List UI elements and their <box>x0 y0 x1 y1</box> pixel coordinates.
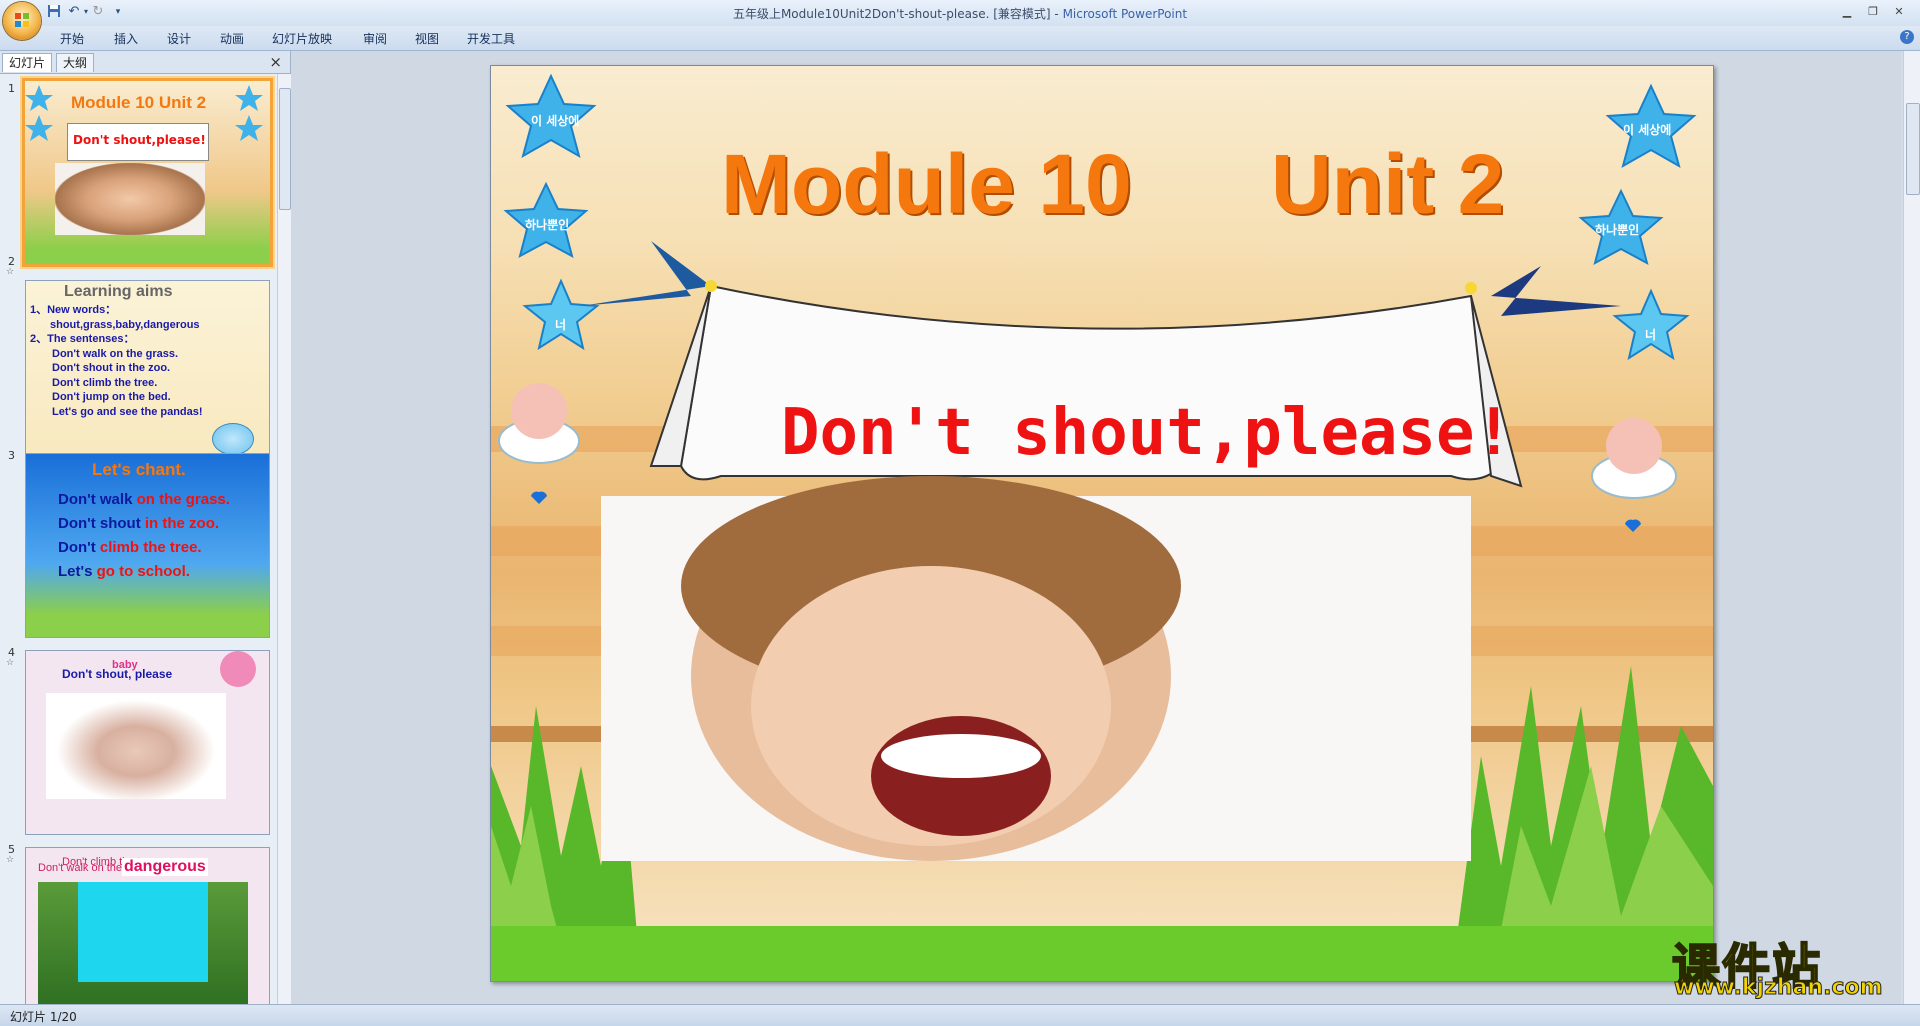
close-icon[interactable]: × <box>269 53 282 71</box>
star-text: 하나뿐인 <box>1595 223 1640 237</box>
slide-thumb-1[interactable]: Module 10 Unit 2 Don't shout,please! <box>22 78 273 267</box>
star-text: 하나뿐인 <box>525 218 570 232</box>
pane-tabs: 幻灯片 大纲 × <box>0 51 290 74</box>
star-text: 이 세상에 <box>531 114 580 128</box>
scrollbar-thumb[interactable] <box>1906 103 1920 195</box>
slides-pane: 幻灯片 大纲 × 1 Module 10 Unit 2 Don't shout,… <box>0 51 291 1004</box>
minimize-button[interactable]: ▁ <box>1836 3 1858 21</box>
tab-slideshow[interactable]: 幻灯片放映 <box>272 30 332 47</box>
watermark-url: www.kjzhan.com <box>1674 975 1884 1001</box>
tab-outline[interactable]: 大纲 <box>56 53 95 72</box>
tab-design[interactable]: 设计 <box>167 30 191 47</box>
star-text: 이 세상에 <box>1623 123 1672 137</box>
thumb-decor <box>25 85 263 141</box>
thumb-heading: Let's chant. <box>92 460 186 479</box>
slide-thumb-2[interactable]: Learning aims 1、New words： shout,grass,b… <box>25 280 270 465</box>
slide-thumb-3[interactable]: Let's chant. Don't walk on the grass. Do… <box>25 453 270 638</box>
slide-number: 1 <box>8 82 15 95</box>
scrollbar-thumb[interactable] <box>279 88 291 210</box>
window-title: 五年级上Module10Unit2Don't-shout-please. [兼容… <box>732 7 1188 21</box>
animation-star-icon: ☆ <box>6 855 15 865</box>
thumb-overlay: Don't walk on the <box>38 862 123 874</box>
help-icon[interactable]: ? <box>1900 30 1914 44</box>
tab-review[interactable]: 审阅 <box>363 30 387 47</box>
thumb-heading: Learning aims <box>64 283 173 300</box>
thumb-overlay: baby <box>112 659 138 671</box>
tab-insert[interactable]: 插入 <box>114 30 138 47</box>
tab-developer[interactable]: 开发工具 <box>467 30 515 47</box>
office-logo-icon <box>15 13 29 27</box>
slide-canvas[interactable]: Module 10 Unit 2 Don't shout,please! 이 세… <box>490 65 1714 982</box>
banner-text: Don't shout,please! <box>781 396 1514 470</box>
status-bar: 幻灯片 1/20 <box>0 1004 1920 1026</box>
slide-counter: 幻灯片 1/20 <box>10 1010 77 1024</box>
star-text: 너 <box>555 318 567 332</box>
tab-animation[interactable]: 动画 <box>220 30 244 47</box>
thumb-lines: Don't walk on the grass. Don't shout in … <box>58 491 230 580</box>
editor-scrollbar[interactable] <box>1903 51 1920 1004</box>
animation-star-icon: ☆ <box>6 658 15 668</box>
title-bar: ↶ ▾ ↻ ▾ 五年级上Module10Unit2Don't-shout-ple… <box>0 0 1920 27</box>
close-button[interactable]: ✕ <box>1888 3 1910 21</box>
slide-number: 3 <box>8 449 15 462</box>
thumbnails-scrollbar[interactable] <box>277 74 291 1004</box>
slide-title-unit: Unit 2 <box>1271 137 1505 231</box>
animation-star-icon: ☆ <box>6 267 15 277</box>
ribbon-tabs: 开始 插入 设计 动画 幻灯片放映 审阅 视图 开发工具 ? <box>0 26 1920 51</box>
star-text: 너 <box>1645 328 1657 342</box>
thumb-word: dangerous <box>122 858 208 876</box>
tab-view[interactable]: 视图 <box>415 30 439 47</box>
site-watermark: 课件站 www.kjzhan.com <box>1671 927 1902 1007</box>
slide-thumbnails: 1 Module 10 Unit 2 Don't shout,please! 2… <box>0 74 276 1004</box>
restore-button[interactable]: ❐ <box>1862 3 1884 21</box>
office-button[interactable] <box>3 2 41 40</box>
slide-thumb-4[interactable]: Don't shout, please baby <box>25 650 270 835</box>
slide-title-module: Module 10 <box>721 137 1132 231</box>
thumb-lines: 1、New words： shout,grass,baby,dangerous … <box>30 304 203 418</box>
tab-slides[interactable]: 幻灯片 <box>2 53 53 72</box>
slide-thumb-5[interactable]: Don't climb the tree Don't walk on the d… <box>25 847 270 1004</box>
tab-home[interactable]: 开始 <box>60 30 84 47</box>
